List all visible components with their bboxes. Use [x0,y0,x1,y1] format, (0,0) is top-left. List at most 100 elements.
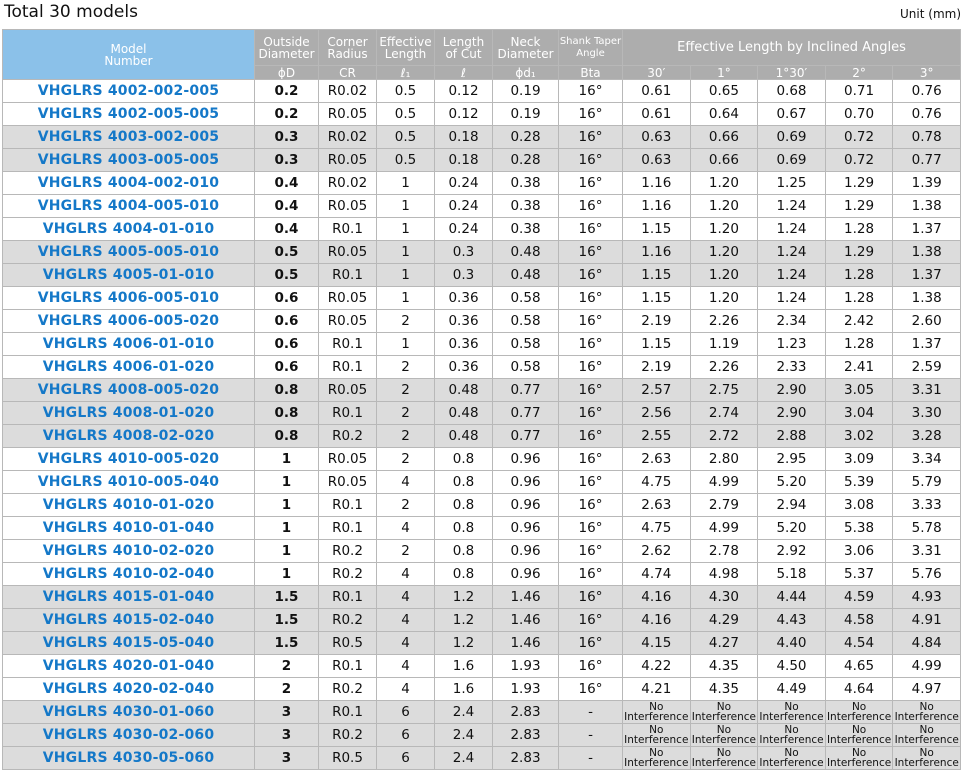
cell-angle-length: 4.58 [824,608,894,632]
cell-length-of-cut: 2.4 [434,723,493,747]
cell-angle-length: 4.43 [757,608,826,632]
cell-effective-length: 2 [376,424,435,448]
cell-angle-length: 0.66 [689,125,759,149]
cell-angle-length: 1.24 [757,217,826,241]
cell-angle-length: 3.04 [824,401,894,425]
cell-length-of-cut: 0.24 [434,171,493,195]
cell-angle-length: No Interference [689,723,759,747]
cell-angle-length: 4.21 [622,677,691,701]
cell-angle-length: No Interference [824,746,894,770]
col-sym-lc: ℓ [434,65,493,80]
cell-effective-length: 6 [376,723,435,747]
cell-outside-diameter: 1 [254,493,319,517]
table-row: VHGLRS 4020-02-040 2 R0.2 4 1.6 1.93 16° 4.21 4.… [2,677,962,701]
cell-model-number: VHGLRS 4010-01-020 [2,493,255,517]
cell-length-of-cut: 0.24 [434,217,493,241]
cell-model-number: VHGLRS 4002-002-005 [2,79,255,103]
cell-neck-diameter: 1.93 [492,654,559,678]
cell-outside-diameter: 0.4 [254,217,319,241]
cell-angle-length: 4.84 [892,631,962,655]
cell-length-of-cut: 0.3 [434,240,493,264]
cell-angle-length: 1.16 [622,194,691,218]
col-sym-el: ℓ₁ [376,65,435,80]
cell-length-of-cut: 1.2 [434,585,493,609]
cell-length-of-cut: 0.48 [434,378,493,402]
cell-angle-length: 1.28 [824,263,894,287]
cell-model-number: VHGLRS 4004-002-010 [2,171,255,195]
cell-corner-radius: R0.1 [318,263,377,287]
cell-angle-length: 1.20 [689,263,759,287]
cell-outside-diameter: 0.4 [254,171,319,195]
table-row: VHGLRS 4015-05-040 1.5 R0.5 4 1.2 1.46 16° 4.15… [2,631,962,655]
cell-neck-diameter: 0.38 [492,171,559,195]
cell-angle-length: 2.90 [757,401,826,425]
cell-outside-diameter: 2 [254,654,319,678]
cell-outside-diameter: 0.8 [254,401,319,425]
cell-outside-diameter: 0.6 [254,286,319,310]
cell-model-number: VHGLRS 4008-01-020 [2,401,255,425]
cell-angle-length: 5.39 [824,470,894,494]
col-header-corner-radius: Corner Radius [318,29,377,66]
col-header-shank-taper: Shank Taper Angle [558,29,623,66]
cell-angle-length: 2.26 [689,355,759,379]
cell-model-number: VHGLRS 4006-005-010 [2,286,255,310]
cell-corner-radius: R0.1 [318,401,377,425]
cell-angle-length: 2.42 [824,309,894,333]
cell-length-of-cut: 0.36 [434,286,493,310]
top-bar: Total 30 models Unit (mm) [0,0,967,28]
cell-model-number: VHGLRS 4005-01-010 [2,263,255,287]
table-row: VHGLRS 4006-01-020 0.6 R0.1 2 0.36 0.58 16° 2.1… [2,355,962,379]
cell-shank-taper: 16° [558,355,623,379]
cell-angle-length: 4.16 [622,608,691,632]
cell-length-of-cut: 0.12 [434,79,493,103]
cell-angle-length: 4.99 [892,654,962,678]
col-header-neck-diameter: Neck Diameter [492,29,559,66]
cell-model-number: VHGLRS 4010-02-020 [2,539,255,563]
cell-angle-length: 0.76 [892,102,962,126]
cell-shank-taper: 16° [558,562,623,586]
cell-length-of-cut: 0.8 [434,470,493,494]
cell-shank-taper: - [558,723,623,747]
cell-angle-length: 1.24 [757,263,826,287]
cell-model-number: VHGLRS 4015-02-040 [2,608,255,632]
cell-angle-length: 2.19 [622,309,691,333]
cell-effective-length: 1 [376,217,435,241]
cell-length-of-cut: 1.2 [434,608,493,632]
cell-length-of-cut: 0.8 [434,516,493,540]
table-row: VHGLRS 4004-01-010 0.4 R0.1 1 0.24 0.38 16° 1.1… [2,217,962,241]
cell-neck-diameter: 0.58 [492,309,559,333]
cell-angle-length: 4.75 [622,470,691,494]
cell-outside-diameter: 3 [254,723,319,747]
cell-angle-length: 2.75 [689,378,759,402]
cell-outside-diameter: 0.6 [254,355,319,379]
col-header-nd-label: Neck Diameter [497,34,554,61]
cell-angle-length: 1.29 [824,194,894,218]
cell-length-of-cut: 0.12 [434,102,493,126]
cell-angle-length: 1.15 [622,286,691,310]
cell-angle-length: 1.24 [757,286,826,310]
cell-neck-diameter: 0.48 [492,263,559,287]
cell-effective-length: 2 [376,539,435,563]
cell-angle-length: 3.31 [892,539,962,563]
cell-angle-length: 2.19 [622,355,691,379]
cell-shank-taper: 16° [558,516,623,540]
cell-effective-length: 1 [376,332,435,356]
cell-angle-length: 2.79 [689,493,759,517]
col-header-od-label: Outside Diameter [258,34,315,61]
cell-angle-length: 1.16 [622,240,691,264]
cell-corner-radius: R0.2 [318,677,377,701]
cell-corner-radius: R0.05 [318,378,377,402]
cell-angle-length: 4.16 [622,585,691,609]
cell-angle-length: 4.74 [622,562,691,586]
cell-length-of-cut: 0.36 [434,355,493,379]
cell-angle-length: 1.38 [892,286,962,310]
cell-shank-taper: 16° [558,125,623,149]
cell-effective-length: 4 [376,608,435,632]
cell-outside-diameter: 0.6 [254,332,319,356]
cell-angle-length: 0.69 [757,148,826,172]
cell-angle-length: 2.55 [622,424,691,448]
cell-angle-length: 0.70 [824,102,894,126]
cell-shank-taper: 16° [558,309,623,333]
cell-model-number: VHGLRS 4004-005-010 [2,194,255,218]
cell-corner-radius: R0.2 [318,562,377,586]
